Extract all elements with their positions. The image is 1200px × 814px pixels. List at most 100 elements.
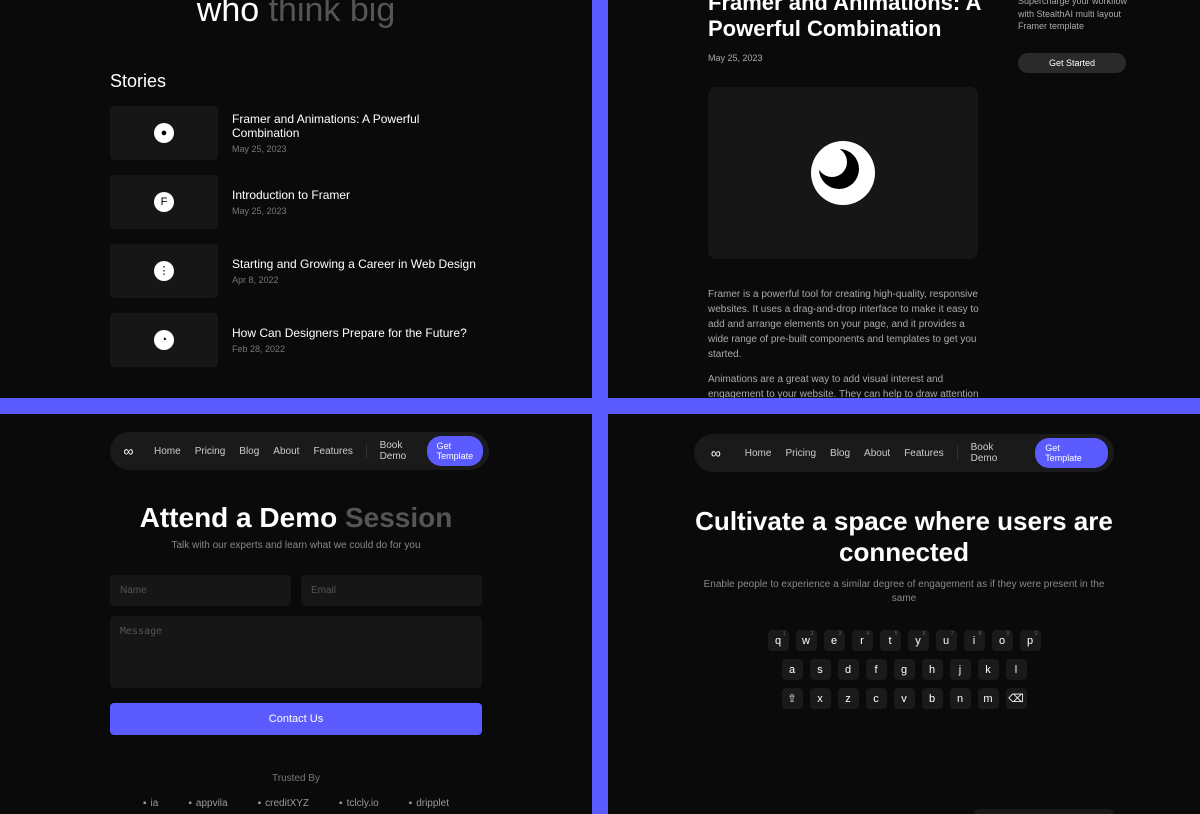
story-title: Starting and Growing a Career in Web Des…: [232, 257, 482, 271]
contact-us-button[interactable]: Contact Us: [110, 703, 482, 735]
story-date: Apr 8, 2022: [232, 275, 482, 285]
keyboard-key: g: [894, 659, 915, 680]
keyboard-key: m: [978, 688, 999, 709]
partner-logo: ▪creditXYZ: [258, 798, 309, 809]
nav-link-home[interactable]: Home: [738, 444, 779, 463]
top-nav: ∞ HomePricingBlogAboutFeatures Book Demo…: [110, 432, 489, 470]
nav-link-pricing[interactable]: Pricing: [778, 444, 823, 463]
trusted-by-label: Trusted By: [110, 773, 482, 784]
story-date: May 25, 2023: [232, 206, 482, 216]
article-panel: Framer and Animations: A Powerful Combin…: [608, 0, 1200, 398]
keyboard-key: ⌫: [1006, 688, 1027, 709]
demo-title: Attend a Demo Session: [110, 502, 482, 534]
article-date: May 25, 2023: [708, 53, 988, 63]
story-item[interactable]: ⋮ Starting and Growing a Career in Web D…: [110, 244, 482, 298]
stealth-logo-icon: [811, 141, 875, 205]
cultivate-panel: ∞ HomePricingBlogAboutFeatures Book Demo…: [608, 414, 1200, 814]
story-date: May 25, 2023: [232, 144, 482, 154]
nav-link-features[interactable]: Features: [306, 442, 359, 461]
demo-subtitle: Talk with our experts and learn what we …: [110, 540, 482, 551]
keyboard-key: c: [866, 688, 887, 709]
keyboard-key: a: [782, 659, 803, 680]
cultivate-title: Cultivate a space where users are connec…: [694, 506, 1114, 568]
partner-logo: ▪dripplet: [409, 798, 449, 809]
logos-row: ▪ia ▪appvila ▪creditXYZ ▪tclcly.io ▪dripplet: [110, 798, 482, 809]
hero-title: who think big: [110, 0, 482, 31]
get-template-button[interactable]: Get Template: [1035, 438, 1108, 468]
cultivate-subtitle: Enable people to experience a similar de…: [694, 578, 1114, 606]
keyboard-key: h: [922, 659, 943, 680]
story-icon: ●: [154, 123, 174, 143]
demo-panel: ∞ HomePricingBlogAboutFeatures Book Demo…: [0, 414, 592, 814]
nav-link-blog[interactable]: Blog: [232, 442, 266, 461]
stories-heading: Stories: [110, 71, 482, 92]
partner-logo: ▪ia: [143, 798, 158, 809]
nav-link-pricing[interactable]: Pricing: [188, 442, 233, 461]
nav-divider: [366, 444, 367, 458]
message-textarea[interactable]: [110, 616, 482, 688]
story-icon: ◔: [154, 330, 174, 350]
keyboard-key: e3: [824, 630, 845, 651]
name-input[interactable]: [110, 575, 291, 606]
keyboard-key: p0: [1020, 630, 1041, 651]
stories-panel: who think big Stories ● Framer and Anima…: [0, 0, 592, 398]
story-item[interactable]: F Introduction to Framer May 25, 2023: [110, 175, 482, 229]
sidebar-cta-text: Supercharge your workflow with StealthAI…: [1018, 0, 1138, 33]
nav-link-about[interactable]: About: [266, 442, 306, 461]
book-demo-link[interactable]: Book Demo: [964, 438, 1030, 468]
keyboard-key: v: [894, 688, 915, 709]
sidebar-cta: Supercharge your workflow with StealthAI…: [1018, 0, 1138, 398]
keyboard-key: l: [1006, 659, 1027, 680]
keyboard-key: x: [810, 688, 831, 709]
keyboard-key: d: [838, 659, 859, 680]
nav-link-about[interactable]: About: [857, 444, 897, 463]
keyboard-key: i8: [964, 630, 985, 651]
keyboard-key: q1: [768, 630, 789, 651]
keyboard-key: f: [866, 659, 887, 680]
keyboard-key: b: [922, 688, 943, 709]
story-icon: F: [154, 192, 174, 212]
search-box[interactable]: ⌕ Set: [974, 809, 1114, 814]
story-thumbnail: ◔: [110, 313, 218, 367]
get-template-button[interactable]: Get Template: [427, 436, 484, 466]
logo-icon[interactable]: ∞: [122, 441, 135, 461]
story-thumbnail: ⋮: [110, 244, 218, 298]
story-title: Framer and Animations: A Powerful Combin…: [232, 112, 482, 140]
keyboard-key: r4: [852, 630, 873, 651]
top-nav: ∞ HomePricingBlogAboutFeatures Book Demo…: [694, 434, 1114, 472]
story-item[interactable]: ◔ How Can Designers Prepare for the Futu…: [110, 313, 482, 367]
keyboard-key: o9: [992, 630, 1013, 651]
nav-link-blog[interactable]: Blog: [823, 444, 857, 463]
partner-logo: ▪tclcly.io: [339, 798, 379, 809]
story-date: Feb 28, 2022: [232, 344, 482, 354]
book-demo-link[interactable]: Book Demo: [373, 436, 421, 466]
article-body: Framer is a powerful tool for creating h…: [708, 287, 988, 398]
story-thumbnail: ●: [110, 106, 218, 160]
article-title: Framer and Animations: A Powerful Combin…: [708, 0, 988, 43]
keyboard-graphic: q1 w2 e3 r4 t5 y6 u7 i8 o9 p0 asdfghjkl ⇧ xzcvbnm ⌫: [694, 630, 1114, 709]
nav-link-features[interactable]: Features: [897, 444, 950, 463]
keyboard-key: y6: [908, 630, 929, 651]
story-title: How Can Designers Prepare for the Future…: [232, 326, 482, 340]
keyboard-key: z: [838, 688, 859, 709]
keyboard-key: ⇧: [782, 688, 803, 709]
keyboard-key: t5: [880, 630, 901, 651]
keyboard-key: n: [950, 688, 971, 709]
article-hero-image: [708, 87, 978, 259]
keyboard-key: k: [978, 659, 999, 680]
keyboard-key: s: [810, 659, 831, 680]
partner-logo: ▪appvila: [188, 798, 227, 809]
story-item[interactable]: ● Framer and Animations: A Powerful Comb…: [110, 106, 482, 160]
nav-divider: [957, 446, 958, 460]
email-input[interactable]: [301, 575, 482, 606]
logo-icon[interactable]: ∞: [706, 443, 726, 463]
keyboard-key: j: [950, 659, 971, 680]
keyboard-key: u7: [936, 630, 957, 651]
get-started-button[interactable]: Get Started: [1018, 53, 1126, 73]
nav-link-home[interactable]: Home: [147, 442, 188, 461]
story-title: Introduction to Framer: [232, 188, 482, 202]
story-thumbnail: F: [110, 175, 218, 229]
story-icon: ⋮: [154, 261, 174, 281]
contact-form: Contact Us: [110, 575, 482, 735]
keyboard-key: w2: [796, 630, 817, 651]
